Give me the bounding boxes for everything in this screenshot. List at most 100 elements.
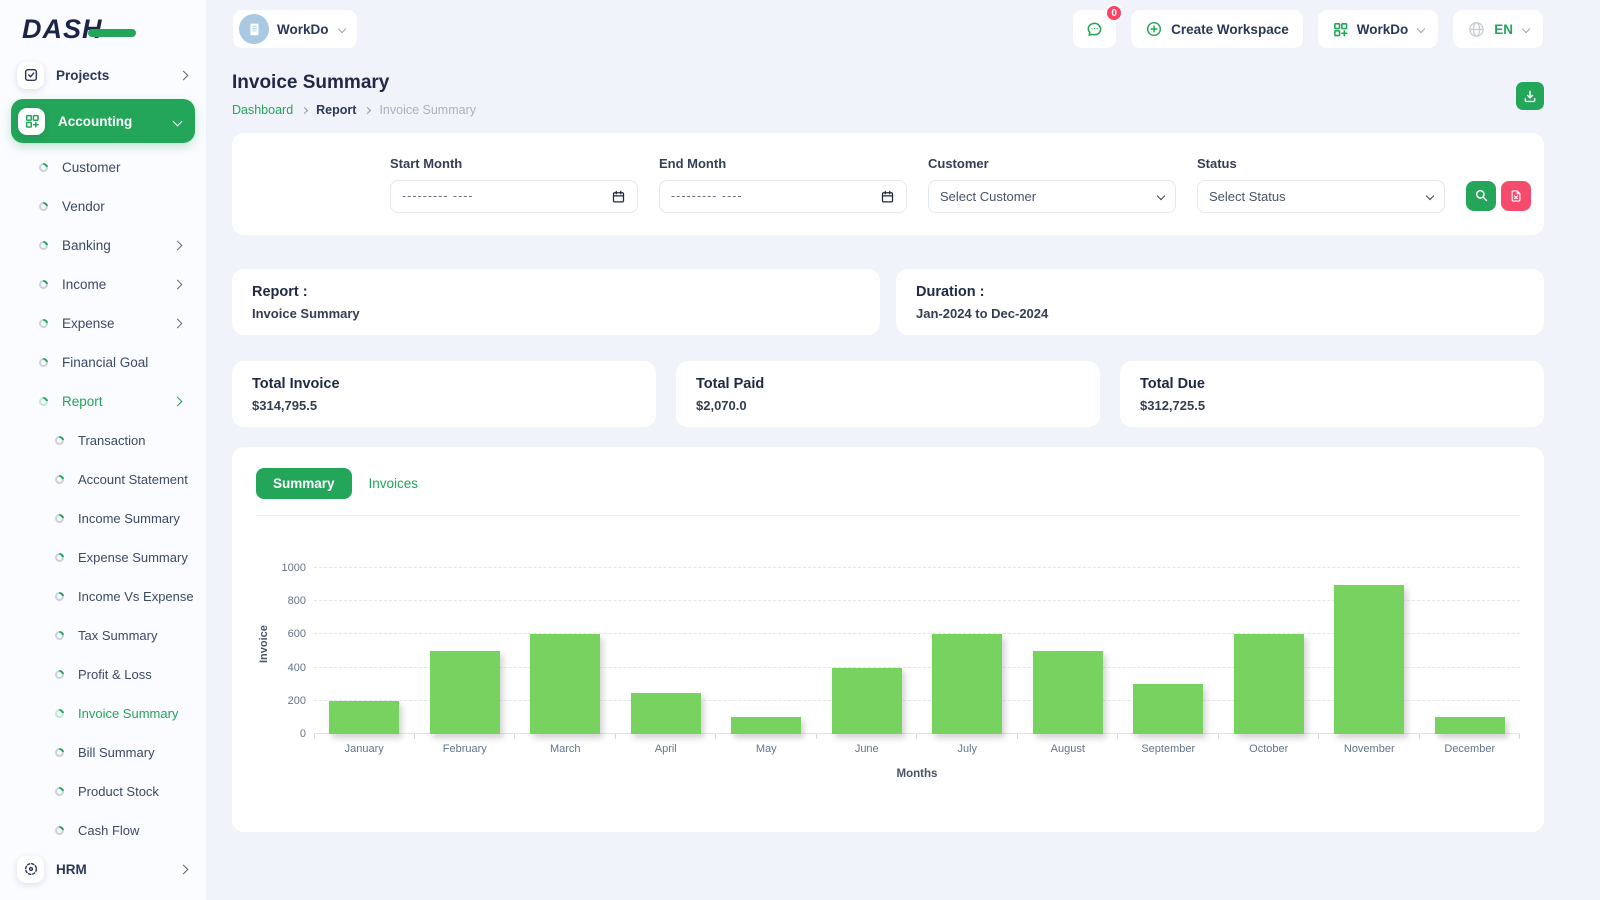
messages-button[interactable]: 0	[1072, 4, 1124, 49]
sidebar-item-income-summary[interactable]: Income Summary	[11, 499, 195, 538]
sidebar-item-account-statement[interactable]: Account Statement	[11, 460, 195, 499]
customer-label: Customer	[928, 155, 989, 171]
invoice-bar-chart: Invoice 0 200 400 600 800 1000 January Februar…	[256, 554, 1520, 780]
sidebar-item-banking[interactable]: Banking	[11, 226, 195, 265]
report-name-card: Report : Invoice Summary	[232, 269, 880, 335]
hrm-setup-icon	[17, 855, 44, 883]
tab-summary[interactable]: Summary	[256, 468, 352, 499]
check-square-icon	[17, 61, 44, 89]
sidebar-item-cash-flow[interactable]: Cash Flow	[11, 811, 195, 850]
calendar-icon[interactable]	[611, 189, 626, 204]
sidebar-item-label: Income Summary	[78, 511, 180, 526]
sidebar-item-label: Accounting	[58, 113, 133, 129]
x-axis: January February March April May June July Augu…	[314, 734, 1520, 755]
total-due-card: Total Due $312,725.5	[1120, 361, 1544, 427]
sidebar-item-label: HRM	[56, 861, 87, 877]
workspace-switcher[interactable]: WorkDo	[232, 9, 358, 49]
sidebar-item-label: Income	[62, 277, 107, 292]
bar-column-october	[1219, 634, 1320, 734]
sidebar-item-financial-goal[interactable]: Financial Goal	[11, 343, 195, 382]
tab-invoices[interactable]: Invoices	[369, 468, 419, 499]
sidebar-item-profit-loss[interactable]: Profit & Loss	[11, 655, 195, 694]
duration-value: Jan-2024 to Dec-2024	[916, 306, 1049, 321]
search-icon	[1475, 189, 1487, 202]
chevron-down-icon	[1521, 24, 1531, 34]
customer-select[interactable]: Select Customer	[928, 179, 1176, 213]
start-month-label: Start Month	[390, 155, 463, 171]
download-icon	[1524, 90, 1536, 103]
status-select[interactable]: Select Status	[1197, 179, 1445, 213]
chevron-right-icon	[178, 864, 189, 874]
report-info-row: Report : Invoice Summary Duration : Jan-…	[232, 269, 1544, 335]
chevron-right-icon	[172, 318, 183, 329]
sidebar-item-hrm[interactable]: HRM	[11, 850, 195, 888]
chevron-down-icon	[337, 24, 346, 34]
logo-text-dark: DAS	[22, 14, 83, 44]
start-month-input[interactable]: --------- ----	[390, 179, 638, 213]
sidebar-item-label: Cash Flow	[78, 823, 140, 838]
download-report-button[interactable]	[1516, 82, 1544, 110]
bullet-icon	[53, 551, 66, 564]
sidebar-item-income[interactable]: Income	[11, 265, 195, 304]
sidebar-item-label: Report	[62, 394, 103, 409]
bar-april	[630, 692, 701, 734]
sidebar-item-tax-summary[interactable]: Tax Summary	[11, 616, 195, 655]
total-paid-value: $2,070.0	[696, 398, 747, 413]
sidebar-item-customer[interactable]: Customer	[11, 148, 195, 187]
sidebar-item-label: Tax Summary	[78, 628, 158, 643]
sidebar-item-accounting[interactable]: Accounting	[11, 99, 195, 143]
bars	[314, 554, 1520, 734]
sidebar-item-invoice-summary[interactable]: Invoice Summary	[11, 694, 195, 733]
y-tick-label: 1000	[281, 562, 306, 574]
bullet-icon	[53, 629, 66, 642]
language-selector[interactable]: EN	[1452, 9, 1544, 49]
sidebar-item-product-stock[interactable]: Product Stock	[11, 772, 195, 811]
workdo-apps-button[interactable]: WorkDo	[1316, 9, 1440, 49]
sidebar-item-report[interactable]: Report	[11, 382, 195, 421]
calendar-icon[interactable]	[880, 189, 895, 204]
sidebar-item-bill-summary[interactable]: Bill Summary	[11, 733, 195, 772]
x-tick-label: March	[515, 734, 616, 755]
workspace-name: WorkDo	[277, 21, 329, 37]
sidebar-item-projects[interactable]: Projects	[11, 56, 195, 94]
total-due-label: Total Due	[1140, 376, 1205, 392]
chevron-down-icon	[1416, 24, 1426, 34]
bullet-icon	[37, 161, 50, 174]
bar-column-august	[1018, 651, 1119, 734]
breadcrumb: Dashboard Report Invoice Summary	[232, 103, 476, 117]
app-logo[interactable]: DASH	[0, 0, 206, 54]
logo-dash-bar	[88, 29, 136, 37]
apply-filter-button[interactable]	[1466, 180, 1496, 211]
y-tick-label: 600	[287, 628, 306, 641]
topbar-actions: 0 Create Workspace WorkDo EN	[1072, 4, 1544, 49]
chevron-down-icon	[172, 116, 183, 126]
start-month-placeholder: --------- ----	[402, 189, 474, 203]
y-axis: 0 200 400 600 800 1000	[272, 554, 306, 740]
sidebar-item-transaction[interactable]: Transaction	[11, 421, 195, 460]
reset-filter-button[interactable]	[1501, 180, 1531, 211]
chevron-down-icon	[1425, 191, 1435, 201]
breadcrumb-report-link[interactable]: Report	[316, 103, 356, 117]
sidebar-item-vendor[interactable]: Vendor	[11, 187, 195, 226]
sidebar-item-income-vs-expense[interactable]: Income Vs Expense	[11, 577, 195, 616]
total-invoice-label: Total Invoice	[252, 376, 340, 392]
sidebar-item-label: Banking	[62, 238, 111, 253]
bullet-icon	[53, 707, 66, 720]
end-month-input[interactable]: --------- ----	[659, 179, 907, 213]
breadcrumb-dashboard-link[interactable]: Dashboard	[232, 103, 293, 117]
bar-july	[932, 634, 1003, 734]
customer-select-value: Select Customer	[940, 188, 1037, 204]
sidebar-item-expense[interactable]: Expense	[11, 304, 195, 343]
create-workspace-button[interactable]: Create Workspace	[1130, 9, 1304, 49]
chevron-right-icon	[364, 106, 372, 114]
x-tick-label: November	[1319, 734, 1420, 755]
chevron-down-icon	[1156, 191, 1166, 201]
sidebar-item-expense-summary[interactable]: Expense Summary	[11, 538, 195, 577]
bar-march	[530, 634, 601, 734]
end-month-placeholder: --------- ----	[671, 189, 743, 203]
status-select-value: Select Status	[1209, 188, 1286, 204]
x-axis-title: Months	[896, 768, 938, 780]
chart-tabs: Summary Invoices	[256, 468, 1520, 499]
breadcrumb-current: Invoice Summary	[379, 103, 476, 117]
bar-column-december	[1420, 717, 1521, 734]
